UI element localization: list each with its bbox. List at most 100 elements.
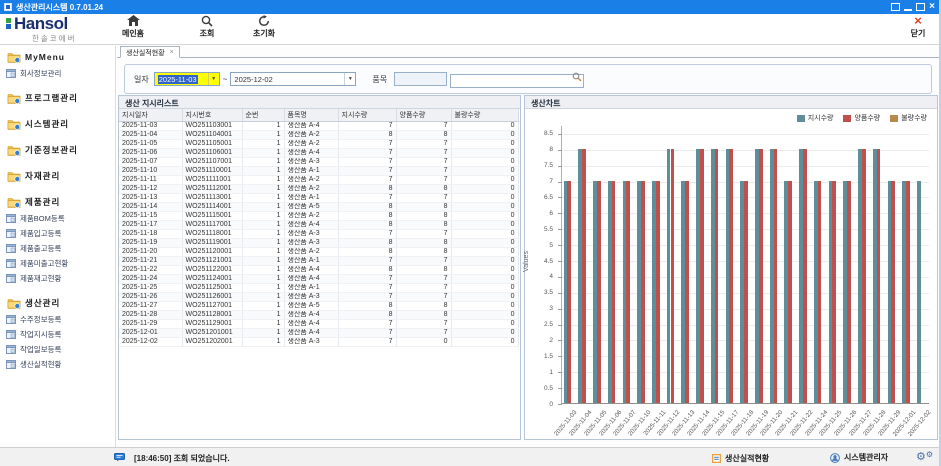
tab-strip: 생산실적현황 × — [117, 46, 939, 58]
table-cell: 2025-11-04 — [119, 131, 182, 140]
table-row[interactable]: 2025-11-19WO2511190011생산품 A-3880 — [119, 239, 518, 248]
y-tick-label: 0 — [549, 401, 553, 408]
table-row[interactable]: 2025-11-29WO2511290011생산품 A-4770 — [119, 320, 518, 329]
table-cell: 7 — [338, 122, 396, 131]
table-cell: 7 — [396, 293, 451, 302]
status-bar: [18:46:50] 조회 되었습니다. 생산실적현황 시스템관리자 ⚙⚙ — [0, 447, 939, 466]
item-name-input[interactable] — [450, 74, 584, 88]
tab-close-icon[interactable]: × — [170, 49, 174, 56]
table-row[interactable]: 2025-11-13WO2511130011생산품 A-1770 — [119, 194, 518, 203]
table-cell: 생산품 A-4 — [284, 149, 338, 158]
table-row[interactable]: 2025-11-14WO2511140011생산품 A-5880 — [119, 203, 518, 212]
settings-gears-icon[interactable]: ⚙⚙ — [916, 450, 933, 463]
column-header-지시번호[interactable]: 지시번호 — [182, 109, 242, 122]
table-cell: 7 — [396, 140, 451, 149]
sidebar-item-작업지시등록[interactable]: 작업지시등록 — [6, 329, 115, 340]
table-row[interactable]: 2025-11-05WO2511050011생산품 A-2770 — [119, 140, 518, 149]
reset-button[interactable]: 초기화 — [242, 15, 286, 39]
table-row[interactable]: 2025-11-17WO2511170011생산품 A-4880 — [119, 221, 518, 230]
table-row[interactable]: 2025-11-25WO2511250011생산품 A-1770 — [119, 284, 518, 293]
table-row[interactable]: 2025-12-02WO2512020011생산품 A-3700 — [119, 338, 518, 347]
menu-label: 기준정보관리 — [25, 144, 78, 156]
main-home-button[interactable]: 메인홈 — [111, 15, 155, 39]
table-row[interactable]: 2025-11-03WO2511030011생산품 A-4770 — [119, 122, 518, 131]
table-cell: 0 — [451, 167, 518, 176]
column-header-지시일자[interactable]: 지시일자 — [119, 109, 182, 122]
table-cell: 7 — [338, 338, 396, 347]
y-tick-label: 5.5 — [544, 226, 553, 233]
table-cell: 2025-11-20 — [119, 248, 182, 257]
column-header-순번[interactable]: 순번 — [242, 109, 284, 122]
table-cell: 8 — [338, 203, 396, 212]
table-cell: 0 — [451, 320, 518, 329]
status-user-label: 시스템관리자 — [844, 452, 888, 463]
close-icon[interactable]: × — [929, 3, 935, 11]
search-button[interactable]: 조회 — [185, 15, 229, 39]
table-row[interactable]: 2025-11-27WO2511270011생산품 A-5880 — [119, 302, 518, 311]
table-cell: WO251125001 — [182, 284, 242, 293]
legend-label: 불량수량 — [901, 113, 927, 123]
y-tick-label: 8.5 — [544, 130, 553, 137]
column-header-양품수량[interactable]: 양품수량 — [396, 109, 451, 122]
column-header-품목명[interactable]: 품목명 — [284, 109, 338, 122]
item-code-input[interactable] — [394, 72, 447, 86]
table-row[interactable]: 2025-11-28WO2511280011생산품 A-4880 — [119, 311, 518, 320]
column-header-지시수량[interactable]: 지시수량 — [338, 109, 396, 122]
table-row[interactable]: 2025-11-21WO2511210011생산품 A-1770 — [119, 257, 518, 266]
table-row[interactable]: 2025-11-07WO2511070011생산품 A-3770 — [119, 158, 518, 167]
table-row[interactable]: 2025-12-01WO2512010011생산품 A-4770 — [119, 329, 518, 338]
table-row[interactable]: 2025-11-24WO2511240011생산품 A-4770 — [119, 275, 518, 284]
sidebar-folder-자재관리[interactable]: 자재관리 — [7, 169, 115, 183]
bar-양품수량 — [759, 149, 763, 403]
table-row[interactable]: 2025-11-04WO2511040011생산품 A-2880 — [119, 131, 518, 140]
sidebar-folder-기준정보관리[interactable]: 기준정보관리 — [7, 143, 115, 157]
table-row[interactable]: 2025-11-15WO2511150011생산품 A-2880 — [119, 212, 518, 221]
tab-production-status[interactable]: 생산실적현황 × — [120, 46, 180, 58]
date-to-combo[interactable]: 2025-12-02 ▼ — [230, 72, 356, 86]
date-from-combo[interactable]: 2025-11-03 ▼ — [154, 72, 220, 86]
close-label: 닫기 — [901, 28, 935, 39]
sidebar-folder-프로그램관리[interactable]: 프로그램관리 — [7, 91, 115, 105]
sidebar-item-제품출고등록[interactable]: 제품출고등록 — [6, 243, 115, 254]
minimize-icon[interactable] — [904, 4, 912, 11]
chevron-down-icon[interactable]: ▼ — [344, 73, 355, 85]
table-cell: 0 — [451, 293, 518, 302]
y-tick-mark — [558, 388, 562, 389]
table-row[interactable]: 2025-11-11WO2511110011생산품 A-2770 — [119, 176, 518, 185]
window-controls: × — [891, 3, 935, 11]
sidebar-folder-제품관리[interactable]: 제품관리 — [7, 195, 115, 209]
sidebar-item-제품BOM등록[interactable]: 제품BOM등록 — [6, 213, 115, 224]
field-search-icon[interactable] — [572, 72, 582, 82]
table-row[interactable]: 2025-11-22WO2511220011생산품 A-4880 — [119, 266, 518, 275]
table-cell: 7 — [338, 320, 396, 329]
sidebar-item-생산실적현황[interactable]: 생산실적현황 — [6, 359, 115, 370]
table-row[interactable]: 2025-11-26WO2511260011생산품 A-3770 — [119, 293, 518, 302]
sidebar-item-제품입고등록[interactable]: 제품입고등록 — [6, 228, 115, 239]
sidebar-item-작업일보등록[interactable]: 작업일보등록 — [6, 344, 115, 355]
form-icon — [6, 244, 16, 253]
sidebar-folder-시스템관리[interactable]: 시스템관리 — [7, 117, 115, 131]
form-icon — [6, 229, 16, 238]
sidebar-item-회사정보관리[interactable]: 회사정보관리 — [6, 68, 115, 79]
column-header-불량수량[interactable]: 불량수량 — [451, 109, 518, 122]
sidebar-item-제품재고현황[interactable]: 제품재고현황 — [6, 273, 115, 284]
table-cell: 1 — [242, 158, 284, 167]
table-row[interactable]: 2025-11-20WO2511200011생산품 A-2880 — [119, 248, 518, 257]
sidebar-item-수주정보등록[interactable]: 수주정보등록 — [6, 314, 115, 325]
legend-label: 지시수량 — [808, 113, 834, 123]
chevron-down-icon[interactable]: ▼ — [208, 73, 219, 85]
sidebar-folder-생산관리[interactable]: 생산관리 — [7, 296, 115, 310]
table-row[interactable]: 2025-11-10WO2511100011생산품 A-1770 — [119, 167, 518, 176]
sidebar-folder-MyMenu[interactable]: MyMenu — [7, 50, 115, 64]
close-x-icon: × — [901, 14, 935, 28]
maximize-icon[interactable] — [916, 3, 925, 11]
sidebar-item-제품미출고현황[interactable]: 제품미출고현황 — [6, 258, 115, 269]
close-app-button[interactable]: × 닫기 — [901, 14, 935, 39]
table-cell: 1 — [242, 257, 284, 266]
table-row[interactable]: 2025-11-18WO2511180011생산품 A-3770 — [119, 230, 518, 239]
table-cell: 생산품 A-4 — [284, 320, 338, 329]
table-cell: 1 — [242, 284, 284, 293]
table-row[interactable]: 2025-11-06WO2511060011생산품 A-4770 — [119, 149, 518, 158]
table-row[interactable]: 2025-11-12WO2511120011생산품 A-2880 — [119, 185, 518, 194]
keyboard-icon[interactable] — [891, 3, 900, 11]
